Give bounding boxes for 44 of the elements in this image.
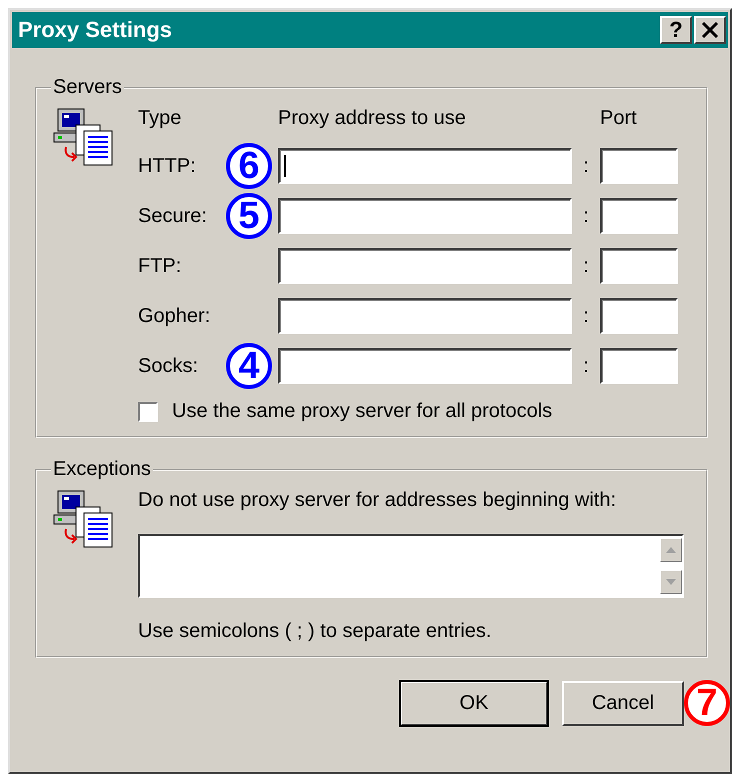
hint-text: Use semicolons ( ; ) to separate entries. (138, 620, 492, 643)
callout-number: 6 (226, 143, 272, 189)
separator: : (582, 304, 590, 328)
up-arrow-icon (666, 547, 676, 553)
group-title: Servers (52, 76, 123, 99)
scroll-down-button[interactable] (660, 570, 682, 594)
column-header: Port (600, 107, 638, 131)
port-field[interactable] (600, 148, 678, 184)
dialog-button[interactable]: OK (400, 680, 548, 726)
field-label: Secure: (138, 204, 207, 228)
callout-number: 5 (226, 193, 272, 239)
callout-number: 4 (226, 343, 272, 389)
close-button[interactable] (694, 16, 726, 44)
column-header: Proxy address to use (278, 107, 467, 131)
help-button[interactable]: ? (660, 16, 692, 44)
checkbox[interactable] (138, 402, 158, 422)
dialog-button[interactable]: Cancel (562, 680, 684, 726)
field-label: Socks: (138, 354, 198, 378)
down-arrow-icon (666, 579, 676, 585)
port-field[interactable] (600, 198, 678, 234)
separator: : (582, 154, 590, 178)
port-field[interactable] (600, 298, 678, 334)
field-label: Gopher: (138, 304, 210, 328)
scroll-up-button[interactable] (660, 538, 682, 562)
callout-number: 7 (684, 680, 730, 726)
window-title: Proxy Settings (18, 17, 174, 43)
group-title: Exceptions (52, 458, 152, 481)
separator: : (582, 254, 590, 278)
port-field[interactable] (600, 348, 678, 384)
proxy-address-field[interactable] (278, 298, 572, 334)
separator: : (582, 354, 590, 378)
field-label: HTTP: (138, 154, 196, 178)
proxy-address-field[interactable] (278, 198, 572, 234)
port-field[interactable] (600, 248, 678, 284)
proxy-address-field[interactable] (278, 148, 572, 184)
field-label: Do not use proxy server for addresses beginning with: (138, 489, 618, 512)
exceptions-text-area[interactable] (138, 534, 684, 598)
proxy-address-field[interactable] (278, 348, 572, 384)
proxy-address-field[interactable] (278, 248, 572, 284)
field-label: FTP: (138, 254, 182, 278)
column-header: Type (138, 107, 182, 131)
close-icon (701, 22, 719, 38)
checkbox-label[interactable]: Use the same proxy server for all protocols (172, 400, 552, 423)
separator: : (582, 204, 590, 228)
